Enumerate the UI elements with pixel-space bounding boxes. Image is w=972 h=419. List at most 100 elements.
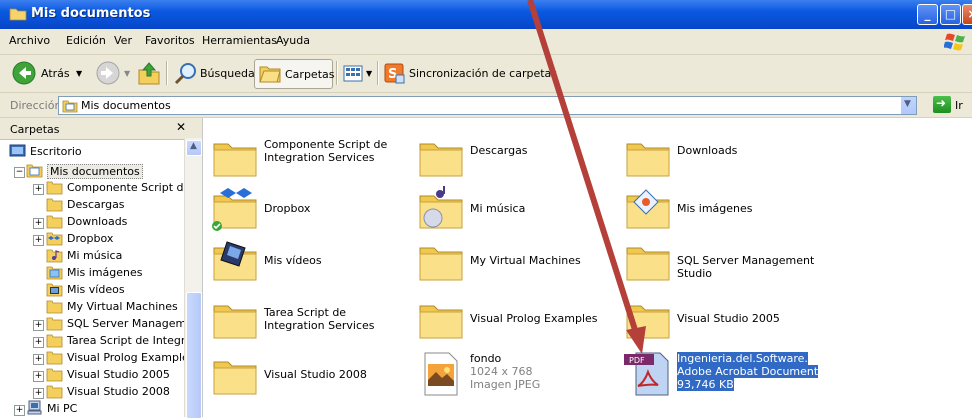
file-name: Visual Prolog Examples xyxy=(470,312,598,325)
expand-toggle[interactable]: + xyxy=(33,184,44,195)
tree-item-mi-musica[interactable]: Mi música xyxy=(46,247,184,264)
file-tile-selected[interactable]: PDF Ingenieria.del.Software. Adobe Acrob… xyxy=(624,350,824,402)
menu-ver[interactable]: Ver xyxy=(114,34,132,47)
tree-item-label: Mis documentos xyxy=(47,164,143,179)
menu-archivo[interactable]: Archivo xyxy=(9,34,50,47)
minimize-button[interactable]: _ xyxy=(917,4,938,25)
scroll-up-button[interactable]: ▲ xyxy=(186,140,202,156)
back-arrow-icon[interactable] xyxy=(11,60,37,86)
tree-item-label: Dropbox xyxy=(67,232,114,245)
file-tile[interactable]: Tarea Script de Integration Services xyxy=(211,294,411,346)
tree-item-visual-studio-2008[interactable]: Visual Studio 2008 xyxy=(46,383,184,400)
collapse-toggle[interactable]: − xyxy=(14,167,25,178)
windows-logo-icon xyxy=(944,33,965,51)
file-size: 93,746 KB xyxy=(677,378,734,391)
expand-toggle[interactable]: + xyxy=(33,320,44,331)
file-type: Adobe Acrobat Document xyxy=(677,365,819,378)
expand-toggle[interactable]: + xyxy=(33,388,44,399)
address-value: Mis documentos xyxy=(81,99,171,112)
menu-ayuda[interactable]: Ayuda xyxy=(276,34,310,47)
file-tile[interactable]: SQL Server Management Studio xyxy=(624,236,824,288)
expand-toggle[interactable]: + xyxy=(33,371,44,382)
expand-toggle[interactable]: + xyxy=(33,337,44,348)
scroll-thumb[interactable] xyxy=(186,292,202,419)
file-tile[interactable]: Mi música xyxy=(417,184,617,236)
file-tile[interactable]: Dropbox xyxy=(211,184,411,236)
go-label[interactable]: Ir xyxy=(955,99,963,112)
file-tile[interactable]: Visual Studio 2005 xyxy=(624,294,824,346)
file-dimensions: 1024 x 768 xyxy=(470,365,533,378)
file-list: Componente Script de Integration Service… xyxy=(203,118,972,417)
sync-icon[interactable]: S xyxy=(384,60,406,86)
file-tile[interactable]: Mis imágenes xyxy=(624,184,824,236)
menu-edicion[interactable]: Edición xyxy=(66,34,106,47)
file-tile[interactable]: Descargas xyxy=(417,132,617,184)
tree-item-componente-script[interactable]: Componente Script de Integration Service… xyxy=(46,179,184,196)
tree-item-mi-pc[interactable]: Mi PC xyxy=(26,400,184,417)
tree-item-dropbox[interactable]: Dropbox xyxy=(46,230,184,247)
sync-button-label[interactable]: Sincronización de carpetas xyxy=(409,67,557,80)
views-dropdown-icon[interactable]: ▼ xyxy=(366,69,372,78)
chevron-down-icon: ▼ xyxy=(904,99,911,109)
file-tile[interactable]: Visual Studio 2008 xyxy=(211,350,411,402)
menu-herramientas[interactable]: Herramientas xyxy=(202,34,277,47)
address-dropdown-button[interactable]: ▼ xyxy=(900,97,916,114)
folder-icon xyxy=(46,385,63,399)
forward-arrow-icon[interactable] xyxy=(95,60,121,86)
file-name: Visual Studio 2008 xyxy=(264,368,367,381)
tree-item-sql-server[interactable]: SQL Server Management Studio xyxy=(46,315,184,332)
views-icon[interactable] xyxy=(342,60,364,86)
file-tile[interactable]: fondo 1024 x 768 Imagen JPEG xyxy=(417,350,617,402)
tree-item-descargas[interactable]: Descargas xyxy=(46,196,184,213)
forward-dropdown-icon[interactable]: ▼ xyxy=(124,69,130,78)
file-name: Mis imágenes xyxy=(677,202,753,215)
expand-toggle[interactable]: + xyxy=(33,235,44,246)
search-icon[interactable] xyxy=(173,60,199,86)
back-dropdown-icon[interactable]: ▼ xyxy=(76,69,82,78)
tree-item-label: Mis vídeos xyxy=(67,283,125,296)
back-button-label[interactable]: Atrás xyxy=(41,67,70,80)
folders-pane-header: Carpetas ✕ xyxy=(0,118,202,140)
tree-item-my-virtual-machines[interactable]: My Virtual Machines xyxy=(46,298,184,315)
maximize-icon: □ xyxy=(944,7,957,21)
file-name: Dropbox xyxy=(264,202,311,215)
file-tile[interactable]: Componente Script de Integration Service… xyxy=(211,132,411,184)
folder-icon xyxy=(419,247,463,281)
file-tile[interactable]: Mis vídeos xyxy=(211,236,411,288)
tree-item-escritorio[interactable]: Escritorio xyxy=(9,143,184,160)
file-tile[interactable]: Downloads xyxy=(624,132,824,184)
file-name: Mi música xyxy=(470,202,526,215)
close-button[interactable]: × xyxy=(962,4,972,25)
tree-item-tarea-script[interactable]: Tarea Script de Integration Services xyxy=(46,332,184,349)
tree-item-visual-studio-2005[interactable]: Visual Studio 2005 xyxy=(46,366,184,383)
expand-toggle[interactable]: + xyxy=(33,218,44,229)
close-icon: × xyxy=(963,5,972,24)
maximize-button[interactable]: □ xyxy=(940,4,961,25)
up-folder-icon[interactable] xyxy=(137,60,161,86)
expand-toggle[interactable]: + xyxy=(33,354,44,365)
file-name: Downloads xyxy=(677,144,738,157)
folder-icon xyxy=(46,198,63,212)
tree-item-mis-imagenes[interactable]: Mis imágenes xyxy=(46,264,184,281)
music-folder-icon xyxy=(46,249,63,263)
expand-toggle[interactable]: + xyxy=(14,405,25,416)
close-icon[interactable]: ✕ xyxy=(176,120,186,134)
folder-icon xyxy=(46,317,63,331)
videos-folder-icon xyxy=(46,283,63,297)
go-button[interactable]: ➜ xyxy=(933,96,951,113)
title-bar[interactable]: Mis documentos _ □ × xyxy=(0,0,972,29)
file-tile[interactable]: My Virtual Machines xyxy=(417,236,617,288)
tree-item-visual-prolog[interactable]: Visual Prolog Examples xyxy=(46,349,184,366)
search-button-label[interactable]: Búsqueda xyxy=(200,67,255,80)
toolbar-separator xyxy=(166,61,168,85)
folders-button[interactable]: Carpetas xyxy=(254,59,334,89)
address-input[interactable]: Mis documentos ▼ xyxy=(58,96,917,115)
file-tile[interactable]: Visual Prolog Examples xyxy=(417,294,617,346)
tree-scrollbar[interactable]: ▲ xyxy=(184,138,202,419)
tree-item-mis-documentos[interactable]: Mis documentos xyxy=(26,162,184,179)
menu-favoritos[interactable]: Favoritos xyxy=(145,34,195,47)
file-name: Visual Studio 2005 xyxy=(677,312,780,325)
file-name: fondo xyxy=(470,352,502,365)
tree-item-mis-videos[interactable]: Mis vídeos xyxy=(46,281,184,298)
tree-item-downloads[interactable]: Downloads xyxy=(46,213,184,230)
